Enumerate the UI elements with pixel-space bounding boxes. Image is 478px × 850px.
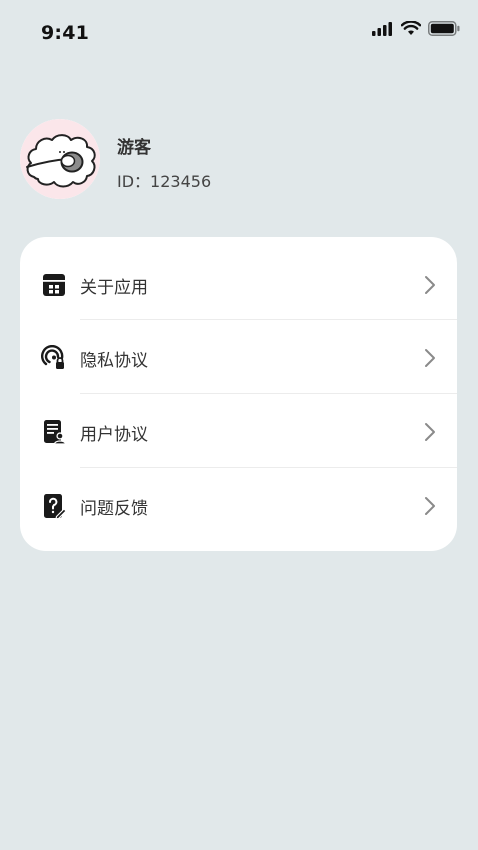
menu-item-privacy-policy[interactable]: 隐私协议 xyxy=(20,321,457,395)
user-id: ID：123456 xyxy=(117,172,212,191)
divider xyxy=(80,467,457,468)
app-info-icon xyxy=(43,274,65,296)
divider xyxy=(80,393,457,394)
status-time: 9:41 xyxy=(41,22,90,44)
battery-icon xyxy=(428,21,460,36)
chevron-right-icon xyxy=(425,497,435,515)
profile-header: 游客 ID：123456 xyxy=(20,119,460,201)
settings-menu-card: 关于应用 隐私协议 用户协议 问题反馈 xyxy=(20,237,457,551)
menu-item-about-app[interactable]: 关于应用 xyxy=(20,248,457,322)
menu-item-feedback[interactable]: 问题反馈 xyxy=(20,469,457,543)
menu-item-label: 问题反馈 xyxy=(80,499,148,519)
privacy-lock-icon xyxy=(41,345,64,369)
divider xyxy=(80,319,457,320)
status-bar: 9:41 xyxy=(0,0,478,64)
chevron-right-icon xyxy=(425,349,435,367)
signal-icon xyxy=(372,21,392,36)
feedback-question-icon xyxy=(44,494,67,519)
status-icons xyxy=(372,21,460,36)
chevron-right-icon xyxy=(425,423,435,441)
username: 游客 xyxy=(117,138,151,158)
wifi-icon xyxy=(401,21,421,35)
menu-item-label: 用户协议 xyxy=(80,425,148,445)
menu-item-user-agreement[interactable]: 用户协议 xyxy=(20,395,457,469)
menu-item-label: 关于应用 xyxy=(80,278,148,298)
chevron-right-icon xyxy=(425,276,435,294)
menu-item-label: 隐私协议 xyxy=(80,351,148,371)
sheep-avatar-icon xyxy=(20,119,100,199)
avatar[interactable] xyxy=(20,119,100,199)
user-agreement-icon xyxy=(44,420,67,445)
